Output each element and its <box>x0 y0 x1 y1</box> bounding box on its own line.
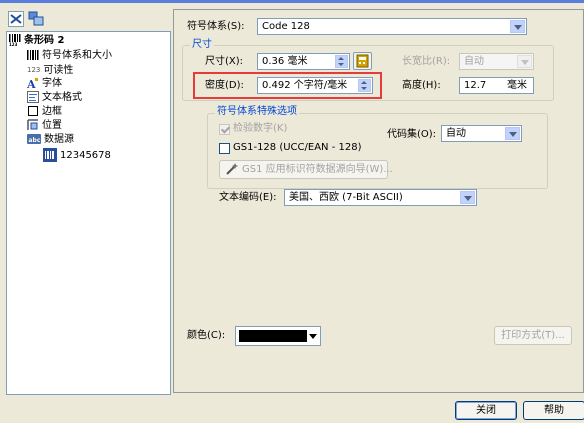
collapse-icon <box>10 14 22 24</box>
barcode-root-icon: 123 <box>9 34 21 46</box>
density-highlight-box <box>193 72 382 99</box>
symbology-label: 符号体系(S): <box>187 21 245 32</box>
tree-item-label: 位置 <box>42 120 62 131</box>
text-encoding-label: 文本编码(E): <box>219 192 277 203</box>
barcode-icon <box>27 50 39 60</box>
tree-item-label: 边框 <box>42 106 62 117</box>
chevron-down-icon[interactable] <box>460 191 475 204</box>
size-label: 尺寸(X): <box>205 56 244 67</box>
tree-item-font[interactable]: A 字体 <box>27 77 62 91</box>
code-set-select[interactable]: 自动 <box>441 125 522 142</box>
gs1-128-label: GS1-128 (UCC/EAN - 128) <box>233 142 362 153</box>
title-bar-edge <box>0 0 584 3</box>
tree-item-border[interactable]: 边框 <box>27 105 62 119</box>
tree-root[interactable]: 123 条形码 2 <box>9 34 64 48</box>
aspect-ratio-label: 长宽比(R): <box>402 56 451 67</box>
height-input[interactable]: 12.7 毫米 <box>459 77 534 94</box>
toolbar-collapse-button[interactable] <box>8 11 24 27</box>
windows-icon <box>28 11 44 26</box>
code-set-value: 自动 <box>446 128 466 139</box>
color-picker[interactable] <box>235 326 321 346</box>
chevron-down-icon[interactable] <box>309 334 317 339</box>
aspect-ratio-value: 自动 <box>464 56 484 67</box>
tree-item-label: 数据源 <box>44 134 74 145</box>
color-label: 颜色(C): <box>187 330 226 341</box>
special-options-title: 符号体系特殊选项 <box>215 106 299 118</box>
gs1-wizard-button: GS1 应用标识符数据源向导(W)... <box>219 160 393 179</box>
text-encoding-value: 美国、西欧 (7-Bit ASCII) <box>289 192 403 203</box>
gs1-128-checkbox[interactable] <box>219 143 230 154</box>
datasource-icon: abc <box>27 134 41 144</box>
tree-item-label: 可读性 <box>43 65 74 76</box>
height-unit: 毫米 <box>507 80 527 91</box>
height-label: 高度(H): <box>402 80 441 91</box>
chevron-down-icon <box>517 55 532 68</box>
size-value: 0.36 毫米 <box>262 56 308 67</box>
check-digit-label: 检验数字(K) <box>233 123 288 134</box>
height-value: 12.7 <box>464 80 487 91</box>
symbology-value: Code 128 <box>262 21 310 32</box>
tree-item-text-format[interactable]: 文本格式 <box>27 91 82 105</box>
aspect-ratio-select: 自动 <box>459 53 534 70</box>
tree-item-label: 字体 <box>42 78 62 89</box>
symbology-select[interactable]: Code 128 <box>257 18 527 35</box>
text-format-icon <box>27 91 39 103</box>
tree-item-readability[interactable]: 123 可读性 <box>27 63 73 77</box>
tree-item-data-value[interactable]: 12345678 <box>43 148 111 162</box>
text-encoding-select[interactable]: 美国、西欧 (7-Bit ASCII) <box>284 189 477 206</box>
tree-item-symbology-size[interactable]: 符号体系和大小 <box>27 49 112 63</box>
tree-item-datasource[interactable]: abc 数据源 <box>27 133 74 147</box>
svg-text:A: A <box>27 78 36 89</box>
position-icon <box>27 119 38 130</box>
size-calculator-button[interactable] <box>353 52 372 70</box>
readable-123-icon: 123 <box>27 66 41 74</box>
color-swatch <box>239 330 307 342</box>
gs1-wizard-label: GS1 应用标识符数据源向导(W)... <box>242 164 393 175</box>
close-button[interactable]: 关闭 <box>455 401 517 420</box>
tree-item-position[interactable]: 位置 <box>27 119 62 133</box>
size-input[interactable]: 0.36 毫米 <box>257 53 350 70</box>
svg-text:abc: abc <box>29 137 41 144</box>
print-method-button: 打印方式(T)... <box>494 326 572 345</box>
tree-root-label: 条形码 2 <box>24 35 65 46</box>
check-digit-checkbox <box>219 124 230 135</box>
tree-item-label: 文本格式 <box>42 92 82 103</box>
code-set-label: 代码集(O): <box>387 129 437 140</box>
properties-tree: 123 条形码 2 符号体系和大小 123 可读性 A 字体 文本格式 边框 位置 a… <box>6 31 171 395</box>
font-icon: A <box>27 78 38 89</box>
calculator-icon <box>356 54 369 68</box>
data-value-icon <box>43 148 57 162</box>
border-icon <box>28 106 38 116</box>
chevron-down-icon[interactable] <box>505 127 520 140</box>
toolbar-windows-button[interactable] <box>28 11 44 27</box>
svg-text:123: 123 <box>9 42 18 46</box>
chevron-down-icon[interactable] <box>510 20 525 33</box>
wizard-wand-icon <box>225 162 239 176</box>
help-button[interactable]: 帮助 <box>523 401 584 420</box>
size-spinner[interactable] <box>335 55 348 68</box>
tree-item-label: 符号体系和大小 <box>42 50 112 61</box>
size-group-title: 尺寸 <box>190 39 214 51</box>
tree-item-label: 12345678 <box>60 150 111 161</box>
